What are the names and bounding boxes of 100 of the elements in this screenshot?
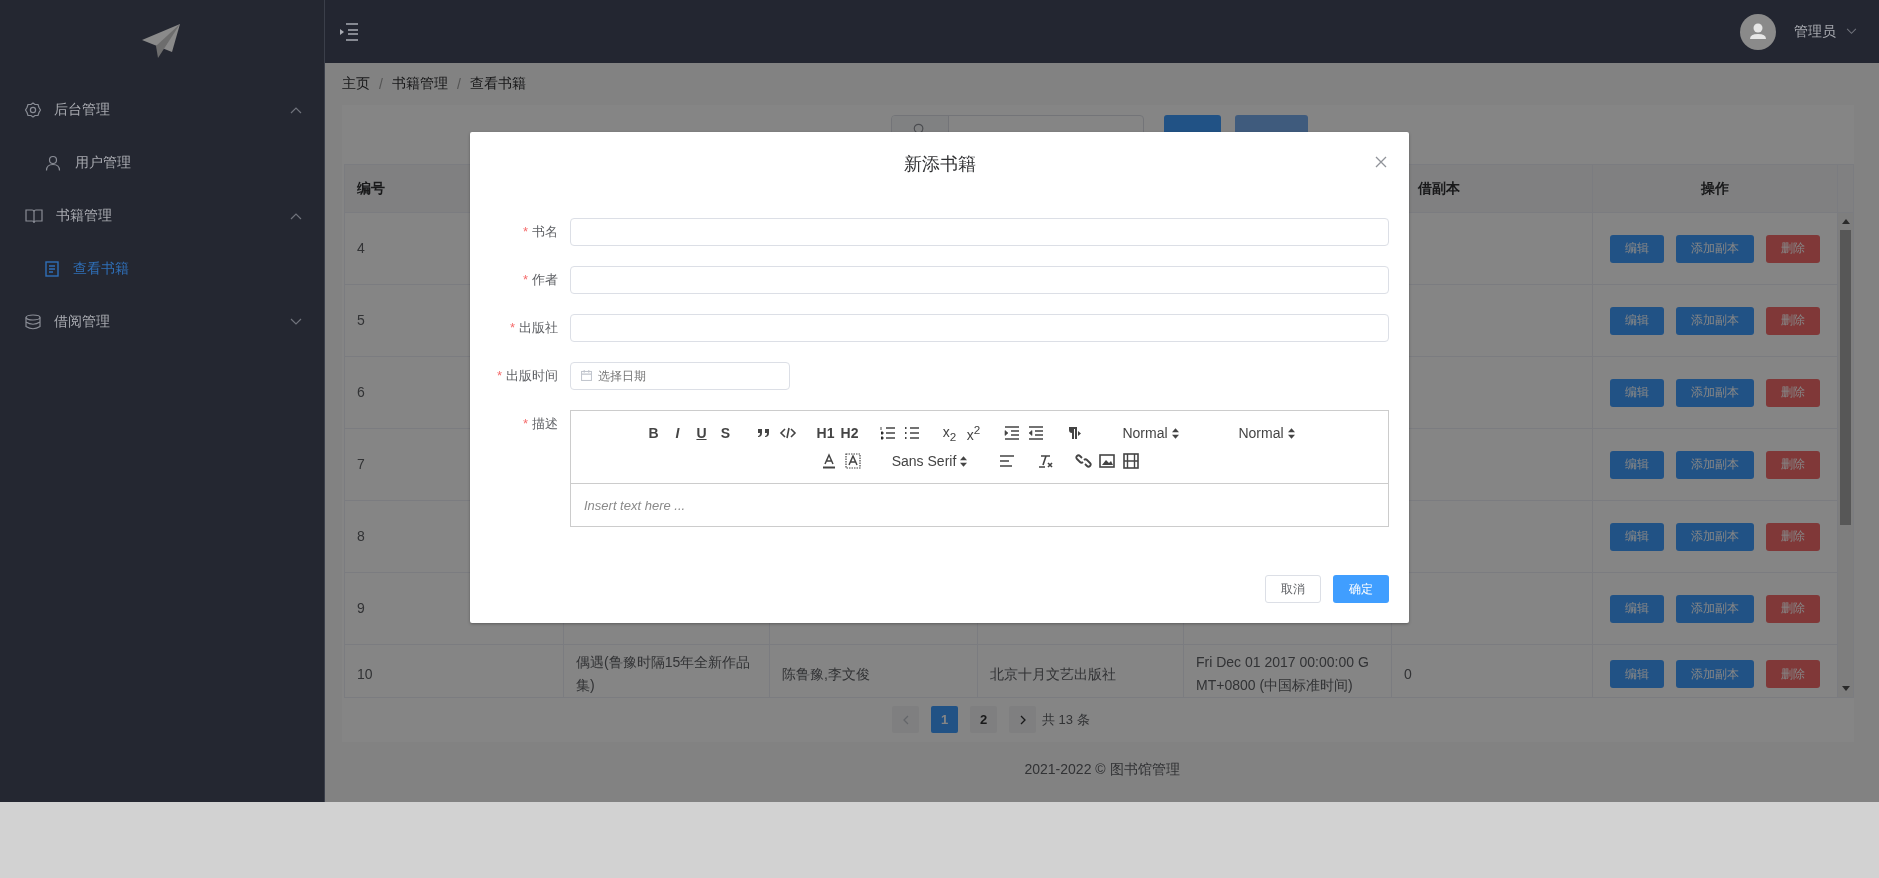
format-button[interactable]: S — [716, 423, 735, 443]
image-icon[interactable] — [1097, 452, 1116, 470]
confirm-button[interactable]: 确定 — [1333, 575, 1389, 603]
edit-button[interactable]: 编辑 — [1610, 234, 1664, 263]
breadcrumb-separator: / — [379, 76, 383, 92]
field-label: 出版时间 — [506, 368, 558, 383]
format-dropdown[interactable]: Normal — [1102, 425, 1199, 441]
close-icon[interactable] — [1375, 156, 1387, 168]
delete-button[interactable]: 删除 — [1766, 522, 1820, 551]
edit-button[interactable]: 编辑 — [1610, 522, 1664, 551]
edit-button[interactable]: 编辑 — [1610, 660, 1664, 688]
field-label: 描述 — [532, 416, 558, 431]
table-cell-text: 8 — [357, 527, 365, 546]
scrollbar[interactable] — [1838, 213, 1853, 697]
format-dropdown[interactable]: Sans Serif — [881, 453, 978, 469]
footer-text: 2021-2022 © 图书馆管理 — [1024, 761, 1180, 779]
calendar-icon — [581, 370, 592, 381]
edit-button[interactable]: 编辑 — [1610, 594, 1664, 623]
edit-button[interactable]: 编辑 — [1610, 450, 1664, 479]
breadcrumb-item[interactable]: 主页 — [342, 75, 370, 93]
sidebar-item[interactable]: 用户管理 — [0, 136, 324, 189]
format-dropdown[interactable]: Normal — [1218, 425, 1315, 441]
format-button[interactable]: x$_{2}$ — [940, 423, 959, 443]
delete-button[interactable]: 删除 — [1766, 306, 1820, 335]
table-cell-text: 10 — [357, 664, 373, 684]
film-icon[interactable] — [1121, 452, 1140, 470]
format-button[interactable]: H1 — [816, 423, 835, 443]
link-icon[interactable] — [1073, 452, 1092, 470]
book-icon — [25, 207, 43, 224]
table-cell-text: 6 — [357, 383, 365, 402]
menu-toggle-icon[interactable] — [339, 22, 359, 41]
breadcrumb-item[interactable]: 书籍管理 — [391, 75, 448, 93]
document-icon — [45, 260, 59, 277]
database-icon — [25, 313, 41, 330]
breadcrumb-separator: / — [456, 76, 461, 92]
edit-button[interactable]: 编辑 — [1610, 378, 1664, 407]
scroll-down-icon[interactable] — [1841, 686, 1850, 691]
format-button[interactable]: I — [668, 423, 687, 443]
field-label: 作者 — [532, 272, 558, 287]
field-label: 出版社 — [519, 320, 558, 335]
scroll-up-icon[interactable] — [1841, 219, 1850, 224]
add-copy-button[interactable]: 添加副本 — [1676, 594, 1754, 623]
input-field[interactable] — [570, 314, 1389, 342]
chevron-left-icon — [902, 714, 909, 725]
delete-button[interactable]: 删除 — [1766, 234, 1820, 263]
add-copy-button[interactable]: 添加副本 — [1676, 378, 1754, 407]
breadcrumb-item: 查看书籍 — [469, 75, 526, 93]
align-icon[interactable] — [997, 452, 1016, 470]
outdent-icon[interactable] — [1026, 424, 1045, 442]
delete-button[interactable]: 删除 — [1766, 660, 1820, 688]
add-copy-button[interactable]: 添加副本 — [1676, 306, 1754, 335]
sidebar-item[interactable]: 借阅管理 — [0, 295, 324, 348]
avatar-icon[interactable] — [1740, 13, 1776, 50]
table-cell-text: Fri Dec 01 2017 00:00:00 GMT+0800 (中国标准时间) — [1196, 653, 1370, 695]
table-cell-text: 陈鲁豫,李文俊 — [782, 664, 870, 684]
add-copy-button[interactable]: 添加副本 — [1676, 234, 1754, 263]
format-button[interactable]: H2 — [840, 423, 859, 443]
paper-plane-logo — [142, 23, 182, 60]
required-mark: * — [509, 320, 515, 335]
highlight-icon[interactable] — [843, 452, 862, 470]
numbered-list-icon[interactable] — [878, 424, 897, 442]
sidebar-item[interactable]: 查看书籍 — [0, 242, 324, 295]
format-button[interactable]: x$^{2}$ — [964, 423, 983, 443]
add-copy-button[interactable]: 添加副本 — [1676, 522, 1754, 551]
delete-button[interactable]: 删除 — [1766, 594, 1820, 623]
page-button[interactable]: 1 — [931, 706, 958, 733]
user-menu[interactable]: 管理员 — [1794, 22, 1857, 41]
add-copy-button[interactable]: 添加副本 — [1676, 450, 1754, 479]
input-field[interactable] — [570, 266, 1389, 294]
table-cell-text: 0 — [1404, 664, 1412, 684]
edit-button[interactable]: 编辑 — [1610, 306, 1664, 335]
delete-button[interactable]: 删除 — [1766, 378, 1820, 407]
table-cell-text: 4 — [357, 239, 365, 258]
table-cell-text: 北京十月文艺出版社 — [990, 664, 1116, 684]
input-field[interactable] — [570, 218, 1389, 246]
sort-arrows-icon — [960, 455, 968, 467]
bullet-list-icon[interactable] — [902, 424, 921, 442]
sidebar-item[interactable]: 书籍管理 — [0, 189, 324, 242]
add-copy-button[interactable]: 添加副本 — [1676, 660, 1754, 688]
editor-text-area[interactable]: Insert text here ... — [571, 484, 1388, 526]
format-button[interactable]: B — [644, 423, 663, 443]
sort-arrows-icon — [1171, 427, 1179, 439]
editor-placeholder: Insert text here ... — [584, 497, 686, 513]
chevron-down-icon — [1846, 28, 1857, 35]
page-button[interactable]: 2 — [970, 706, 997, 733]
date-field[interactable]: 选择日期 — [570, 362, 790, 390]
cancel-button[interactable]: 取消 — [1265, 575, 1321, 603]
required-mark: * — [522, 416, 528, 431]
sidebar-item[interactable]: 后台管理 — [0, 83, 324, 136]
table-cell-text: 5 — [357, 311, 365, 330]
required-mark: * — [496, 368, 502, 383]
delete-button[interactable]: 删除 — [1766, 450, 1820, 479]
required-mark: * — [522, 272, 528, 287]
total-count: 共 13 条 — [1042, 710, 1090, 729]
format-button[interactable]: U — [692, 423, 711, 443]
indent-icon[interactable] — [1002, 424, 1021, 442]
sort-arrows-icon — [1287, 427, 1295, 439]
user-icon — [45, 154, 61, 171]
table-cell-text: 9 — [357, 599, 365, 618]
table-cell-text: 7 — [357, 455, 365, 474]
